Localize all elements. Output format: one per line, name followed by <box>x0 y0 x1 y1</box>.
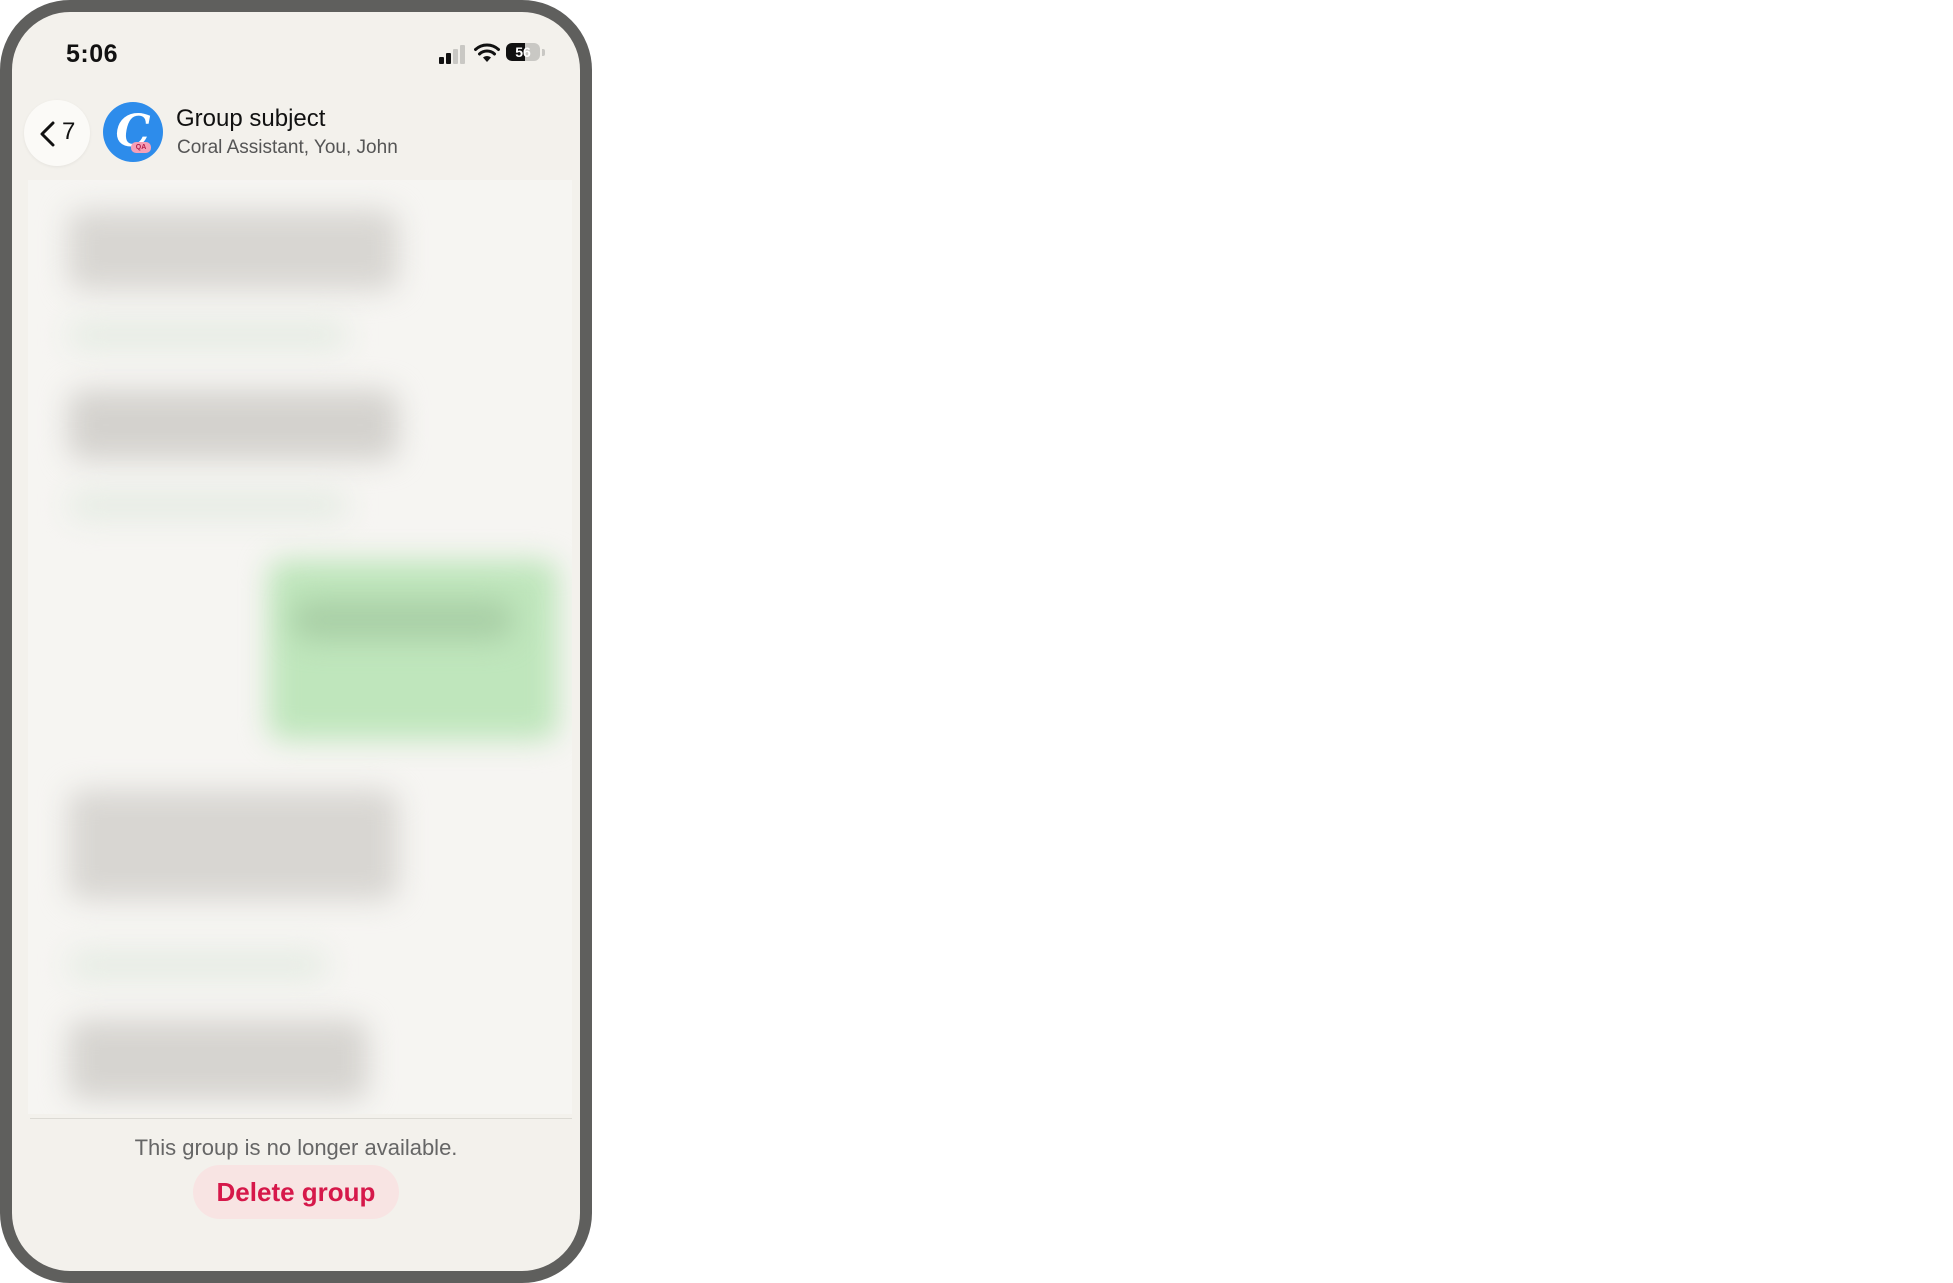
signal-icon <box>439 45 465 64</box>
unread-count: 7 <box>62 118 76 145</box>
blurred-message <box>268 560 558 740</box>
blurred-message <box>68 320 348 350</box>
group-title[interactable]: Group subject <box>176 105 325 133</box>
chevron-left-icon <box>40 121 55 147</box>
wifi-icon <box>474 43 500 62</box>
phone-frame: 5:06 56 7 C QA Group subject Coral Assis… <box>0 0 592 1283</box>
group-avatar[interactable]: C QA <box>103 102 163 162</box>
group-members[interactable]: Coral Assistant, You, John <box>177 137 398 159</box>
blurred-message <box>68 950 328 980</box>
status-time: 5:06 <box>66 40 119 68</box>
blurred-message <box>293 600 513 640</box>
delete-group-button[interactable]: Delete group <box>193 1165 399 1219</box>
avatar-badge: QA <box>131 142 151 153</box>
battery-level: 56 <box>515 44 531 60</box>
blurred-message <box>68 490 348 520</box>
divider <box>30 1118 572 1119</box>
blurred-message <box>68 790 398 900</box>
back-button[interactable]: 7 <box>24 100 90 166</box>
chat-header: 7 C QA Group subject Coral Assistant, Yo… <box>12 90 580 180</box>
blurred-message <box>68 210 398 290</box>
blurred-message <box>68 390 398 460</box>
battery-icon: 56 <box>506 42 546 64</box>
group-unavailable-notice: This group is no longer available. <box>134 1135 458 1160</box>
status-bar: 5:06 56 <box>12 12 580 82</box>
blurred-chat-area <box>28 180 572 1114</box>
blurred-message <box>68 1020 368 1100</box>
